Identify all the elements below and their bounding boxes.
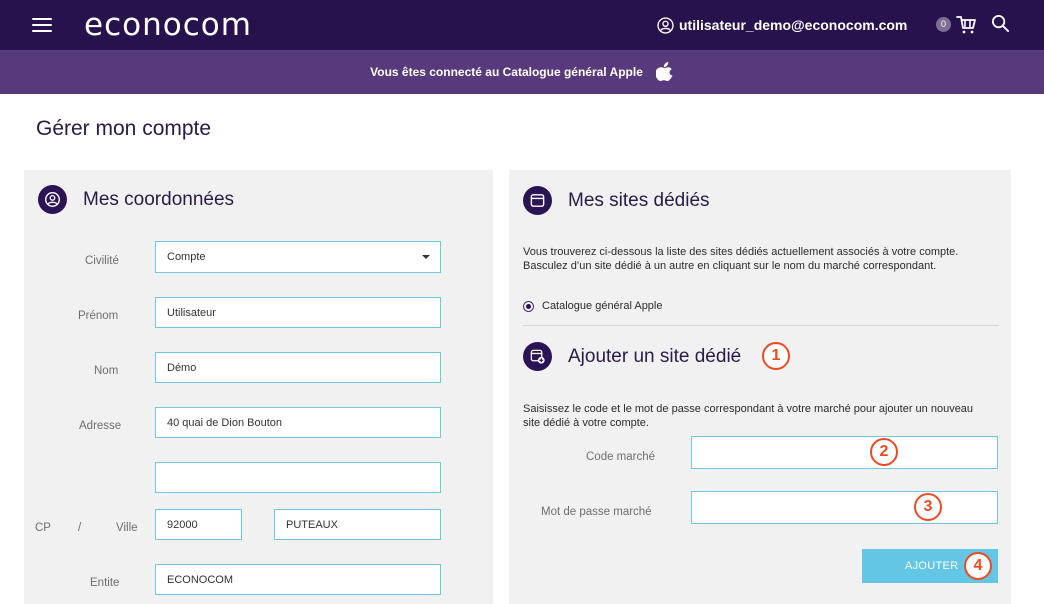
ajouter-site-description: Saisissez le code et le mot de passe cor… xyxy=(523,403,974,429)
user-email: utilisateur_demo@econocom.com xyxy=(679,17,908,33)
adresse-complement-field[interactable] xyxy=(155,462,441,493)
annotation-badge-4: 4 xyxy=(964,552,992,580)
catalogue-banner: Vous êtes connecté au Catalogue général … xyxy=(0,50,1044,94)
banner-text: Vous êtes connecté au Catalogue général … xyxy=(370,65,643,79)
user-icon xyxy=(657,16,674,34)
cart-icon[interactable] xyxy=(955,13,977,35)
code-marche-field[interactable] xyxy=(691,436,998,469)
user-account-link[interactable]: utilisateur_demo@econocom.com xyxy=(657,14,907,36)
hamburger-menu-icon[interactable] xyxy=(32,18,52,32)
sites-dedies-title: Mes sites dédiés xyxy=(568,189,710,211)
mes-sites-dedies-panel: Mes sites dédiés Vous trouverez ci-desso… xyxy=(509,170,1011,604)
top-navigation-bar: econocom utilisateur_demo@econocom.com 0 xyxy=(0,0,1044,50)
entite-value: ECONOCOM xyxy=(167,573,233,586)
ajouter-button-label: AJOUTER xyxy=(905,560,959,572)
site-option-catalogue-apple[interactable]: Catalogue général Apple xyxy=(523,300,662,312)
mot-de-passe-marche-label: Mot de passe marché xyxy=(541,506,652,518)
ville-label: Ville xyxy=(116,522,138,534)
cart-count-badge: 0 xyxy=(936,17,951,32)
mes-coordonnees-panel: Mes coordonnées Civilité Compte Prénom U… xyxy=(24,170,493,604)
civilite-value: Compte xyxy=(167,251,206,263)
section-divider xyxy=(523,325,999,326)
civilite-label: Civilité xyxy=(85,255,119,267)
econocom-logo[interactable]: econocom xyxy=(84,5,252,45)
cp-label: CP xyxy=(35,522,51,534)
code-marche-label: Code marché xyxy=(586,451,656,463)
cp-value: 92000 xyxy=(167,518,198,531)
sites-dedies-header: Mes sites dédiés xyxy=(523,186,710,215)
prenom-label: Prénom xyxy=(78,310,119,322)
entite-field[interactable]: ECONOCOM xyxy=(155,564,441,595)
nom-label: Nom xyxy=(94,365,119,377)
cp-ville-separator: / xyxy=(78,522,82,534)
adresse-field[interactable]: 40 quai de Dion Bouton xyxy=(155,407,441,438)
mot-de-passe-marche-field[interactable] xyxy=(691,491,998,524)
browser-add-icon xyxy=(523,342,552,371)
entite-label: Entite xyxy=(90,577,120,589)
adresse-value: 40 quai de Dion Bouton xyxy=(167,416,282,429)
site-option-label: Catalogue général Apple xyxy=(542,300,663,312)
radio-selected-icon xyxy=(523,300,534,312)
nom-value: Démo xyxy=(167,361,197,374)
nom-field[interactable]: Démo xyxy=(155,352,441,383)
user-circle-icon xyxy=(38,185,67,214)
annotation-badge-1: 1 xyxy=(762,342,790,370)
ajouter-site-title: Ajouter un site dédié xyxy=(568,345,742,367)
civilite-select[interactable]: Compte xyxy=(155,241,441,273)
search-icon[interactable] xyxy=(991,14,1010,33)
browser-window-icon xyxy=(523,186,552,215)
coordonnees-header: Mes coordonnées xyxy=(38,185,234,214)
chevron-down-icon xyxy=(422,255,430,259)
adresse-label: Adresse xyxy=(79,420,122,432)
page-title: Gérer mon compte xyxy=(36,117,212,140)
sites-dedies-description: Vous trouverez ci-dessous la liste des s… xyxy=(523,246,959,272)
ville-value: PUTEAUX xyxy=(286,518,338,531)
prenom-field[interactable]: Utilisateur xyxy=(155,297,441,328)
annotation-badge-3: 3 xyxy=(914,493,942,521)
cp-field[interactable]: 92000 xyxy=(155,509,242,540)
ajouter-site-header: Ajouter un site dédié xyxy=(523,342,741,371)
annotation-badge-2: 2 xyxy=(870,438,898,466)
prenom-value: Utilisateur xyxy=(167,306,216,319)
ville-field[interactable]: PUTEAUX xyxy=(274,509,441,540)
coordonnees-title: Mes coordonnées xyxy=(83,188,235,210)
apple-icon xyxy=(655,61,673,81)
